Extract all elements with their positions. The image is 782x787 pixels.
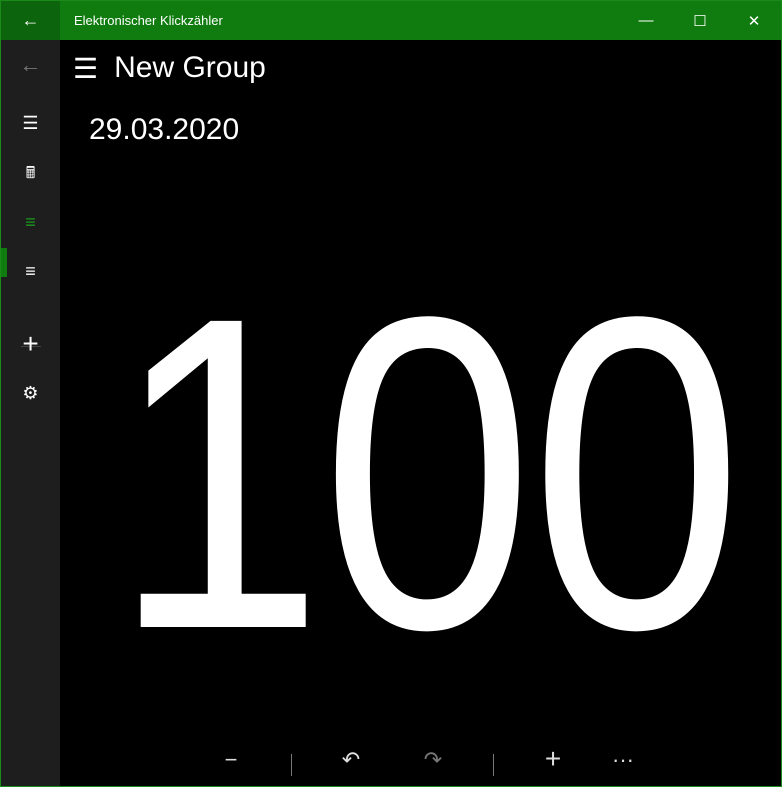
calculator-icon[interactable]: 🖩 xyxy=(1,153,60,197)
separator xyxy=(493,754,494,776)
more-options-button[interactable]: ··· xyxy=(603,747,643,773)
window-title: Elektronischer Klickzähler xyxy=(74,13,223,28)
hamburger-menu-icon[interactable]: ☰ xyxy=(1,101,60,145)
app-window: ← Elektronischer Klickzähler — ☐ ✕ ← ☰ 🖩… xyxy=(0,0,782,787)
separator xyxy=(291,754,292,776)
increment-button[interactable]: + xyxy=(533,743,573,775)
add-icon[interactable]: + xyxy=(1,322,60,366)
close-button[interactable]: ✕ xyxy=(727,1,781,40)
date-label: 29.03.2020 xyxy=(89,113,240,146)
counter-value[interactable]: 100 xyxy=(112,251,744,696)
sidebar: ← ☰ 🖩 ≡ ≡ + ⚙ xyxy=(1,40,60,786)
group-header: ☰ New Group xyxy=(73,51,266,85)
group-title: New Group xyxy=(114,51,266,84)
redo-button[interactable]: ↷ xyxy=(413,747,453,773)
undo-button[interactable]: ↶ xyxy=(331,747,371,773)
minimize-button[interactable]: — xyxy=(619,1,673,40)
back-arrow-icon[interactable]: ← xyxy=(1,43,60,87)
list-icon[interactable]: ≡ xyxy=(1,249,60,293)
decrement-button[interactable]: − xyxy=(211,747,251,773)
maximize-button[interactable]: ☐ xyxy=(673,1,727,40)
titlebar-back-button[interactable]: ← xyxy=(1,1,60,40)
list-icon-active[interactable]: ≡ xyxy=(1,200,60,244)
command-bar: − ↶ ↷ + ··· xyxy=(201,741,651,787)
title-bar: ← Elektronischer Klickzähler — ☐ ✕ xyxy=(1,1,781,40)
settings-gear-icon[interactable]: ⚙ xyxy=(1,371,60,415)
group-menu-icon[interactable]: ☰ xyxy=(73,52,98,85)
